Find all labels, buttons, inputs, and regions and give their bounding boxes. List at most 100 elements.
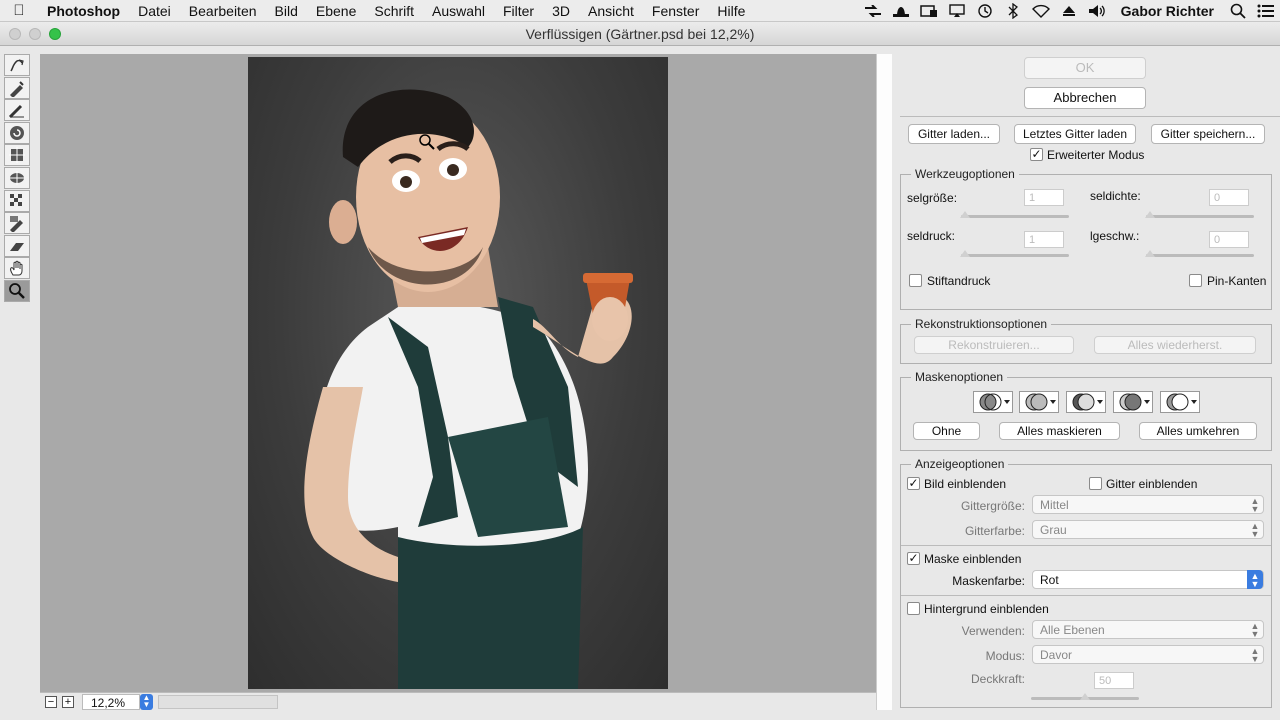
zoom-stepper-icon[interactable]: ▲ ▼ (140, 693, 153, 710)
eject-icon[interactable] (1055, 0, 1083, 22)
advanced-mode-checkbox[interactable]: ✓ (1030, 148, 1043, 161)
replace-selection-icon[interactable] (973, 391, 1013, 413)
divider (901, 545, 1271, 546)
brush-pressure-slider[interactable] (961, 254, 1069, 257)
brush-rate-field[interactable]: 0 (1209, 231, 1249, 248)
menu-image[interactable]: Bild (266, 0, 307, 22)
menu-help[interactable]: Hilfe (708, 0, 754, 22)
horizontal-scrollbar[interactable] (158, 694, 278, 709)
show-image-checkbox[interactable]: ✓ (907, 477, 920, 490)
show-backdrop-checkbox[interactable] (907, 602, 920, 615)
brush-size-slider[interactable] (961, 215, 1069, 218)
reconstruct-button[interactable]: Rekonstruieren... (914, 336, 1074, 354)
mask-options-title: Maskenoptionen (911, 370, 1008, 384)
show-mask-checkbox[interactable]: ✓ (907, 552, 920, 565)
menu-select[interactable]: Auswahl (423, 0, 494, 22)
status-bar: − + 12,2% ▲ ▼ (40, 692, 876, 710)
mask-color-select[interactable]: Rot ▲ ▼ (1032, 570, 1264, 589)
smooth-icon[interactable] (4, 99, 30, 122)
sync-icon[interactable] (915, 0, 943, 22)
ok-button[interactable]: OK (1024, 57, 1146, 79)
zoom-field[interactable]: 12,2% ▲ ▼ (82, 693, 153, 710)
tool-options-group: Werkzeugoptionen selgröße: 1 seldichte: … (900, 167, 1272, 310)
mode-select[interactable]: Davor ▲ ▼ (1032, 645, 1264, 664)
hand-icon[interactable] (4, 257, 30, 280)
twirl-icon[interactable] (4, 121, 30, 144)
brush-density-thumb[interactable] (1145, 211, 1155, 218)
load-mesh-button[interactable]: Gitter laden... (908, 124, 1000, 144)
mesh-size-select[interactable]: Mittel ▲ ▼ (1032, 495, 1264, 514)
reconstruct-icon[interactable] (4, 76, 30, 99)
preview-canvas[interactable] (40, 54, 876, 692)
opacity-thumb[interactable] (1080, 693, 1090, 700)
brush-size-field[interactable]: 1 (1024, 189, 1064, 206)
forward-warp-icon[interactable] (4, 54, 30, 76)
tool-strip (4, 54, 32, 303)
menu-file[interactable]: Datei (129, 0, 180, 22)
pin-edges-checkbox[interactable] (1189, 274, 1202, 287)
stylus-pressure-checkbox[interactable] (909, 274, 922, 287)
time-machine-icon[interactable] (971, 0, 999, 22)
show-mesh-checkbox[interactable] (1089, 477, 1102, 490)
use-select[interactable]: Alle Ebenen ▲ ▼ (1032, 620, 1264, 639)
select-stepper-icon: ▲ ▼ (1250, 621, 1260, 639)
zoom-in-button[interactable]: + (62, 695, 74, 708)
opacity-field[interactable]: 50 (1094, 672, 1134, 689)
reconstruct-options-group: Rekonstruktionsoptionen Rekonstruieren..… (900, 317, 1272, 364)
notification-list-icon[interactable] (1252, 0, 1280, 22)
advanced-mode-label: Erweiterter Modus (1047, 148, 1145, 162)
menu-app[interactable]: Photoshop (38, 0, 129, 22)
invert-all-button[interactable]: Alles umkehren (1139, 422, 1257, 440)
mask-all-button[interactable]: Alles maskieren (999, 422, 1120, 440)
mesh-color-value: Grau (1040, 523, 1067, 537)
menu-view[interactable]: Ansicht (579, 0, 643, 22)
zoom-icon[interactable] (4, 279, 30, 302)
brush-pressure-thumb[interactable] (960, 250, 970, 257)
user-name[interactable]: Gabor Richter (1111, 3, 1224, 19)
menu-edit[interactable]: Bearbeiten (180, 0, 266, 22)
push-left-icon[interactable] (4, 189, 30, 212)
mesh-color-select[interactable]: Grau ▲ ▼ (1032, 520, 1264, 539)
brush-density-slider[interactable] (1146, 215, 1254, 218)
view-options-title: Anzeigeoptionen (911, 457, 1009, 471)
cancel-button[interactable]: Abbrechen (1024, 87, 1146, 109)
brush-pressure-label: seldruck: (907, 229, 956, 243)
bluetooth-icon[interactable] (999, 0, 1027, 22)
bloat-icon[interactable] (4, 166, 30, 189)
hat-icon[interactable] (887, 0, 915, 22)
view-options-group: Anzeigeoptionen ✓ Bild einblenden Gitter… (900, 457, 1272, 708)
divider (901, 595, 1271, 596)
display-icon[interactable] (943, 0, 971, 22)
menu-filter[interactable]: Filter (494, 0, 543, 22)
menu-3d[interactable]: 3D (543, 0, 579, 22)
title-bar: Verflüssigen (Gärtner.psd bei 12,2%) (0, 22, 1280, 46)
brush-density-field[interactable]: 0 (1209, 189, 1249, 206)
arrows-icon[interactable] (859, 0, 887, 22)
apple-icon[interactable]:  (0, 2, 38, 19)
preview-image[interactable] (248, 57, 668, 689)
menu-layer[interactable]: Ebene (307, 0, 365, 22)
intersect-selection-icon[interactable] (1113, 391, 1153, 413)
volume-icon[interactable] (1083, 0, 1111, 22)
mesh-size-label: Gittergröße: (960, 499, 1025, 513)
spotlight-search-icon[interactable] (1224, 0, 1252, 22)
menu-window[interactable]: Fenster (643, 0, 708, 22)
pucker-icon[interactable] (4, 144, 30, 167)
mask-none-button[interactable]: Ohne (913, 422, 980, 440)
restore-all-button[interactable]: Alles wiederherst. (1094, 336, 1256, 354)
brush-size-thumb[interactable] (960, 211, 970, 218)
load-last-mesh-button[interactable]: Letztes Gitter laden (1014, 124, 1136, 144)
brush-rate-slider[interactable] (1146, 254, 1254, 257)
brush-rate-thumb[interactable] (1145, 250, 1155, 257)
wifi-icon[interactable] (1027, 0, 1055, 22)
brush-pressure-field[interactable]: 1 (1024, 231, 1064, 248)
vertical-scrollbar[interactable] (876, 54, 892, 710)
add-to-selection-icon[interactable] (1019, 391, 1059, 413)
menu-type[interactable]: Schrift (365, 0, 423, 22)
invert-selection-icon[interactable] (1160, 391, 1200, 413)
thaw-mask-icon[interactable] (4, 234, 30, 257)
subtract-from-selection-icon[interactable] (1066, 391, 1106, 413)
freeze-mask-icon[interactable] (4, 212, 30, 235)
save-mesh-button[interactable]: Gitter speichern... (1151, 124, 1265, 144)
zoom-out-button[interactable]: − (45, 695, 57, 708)
